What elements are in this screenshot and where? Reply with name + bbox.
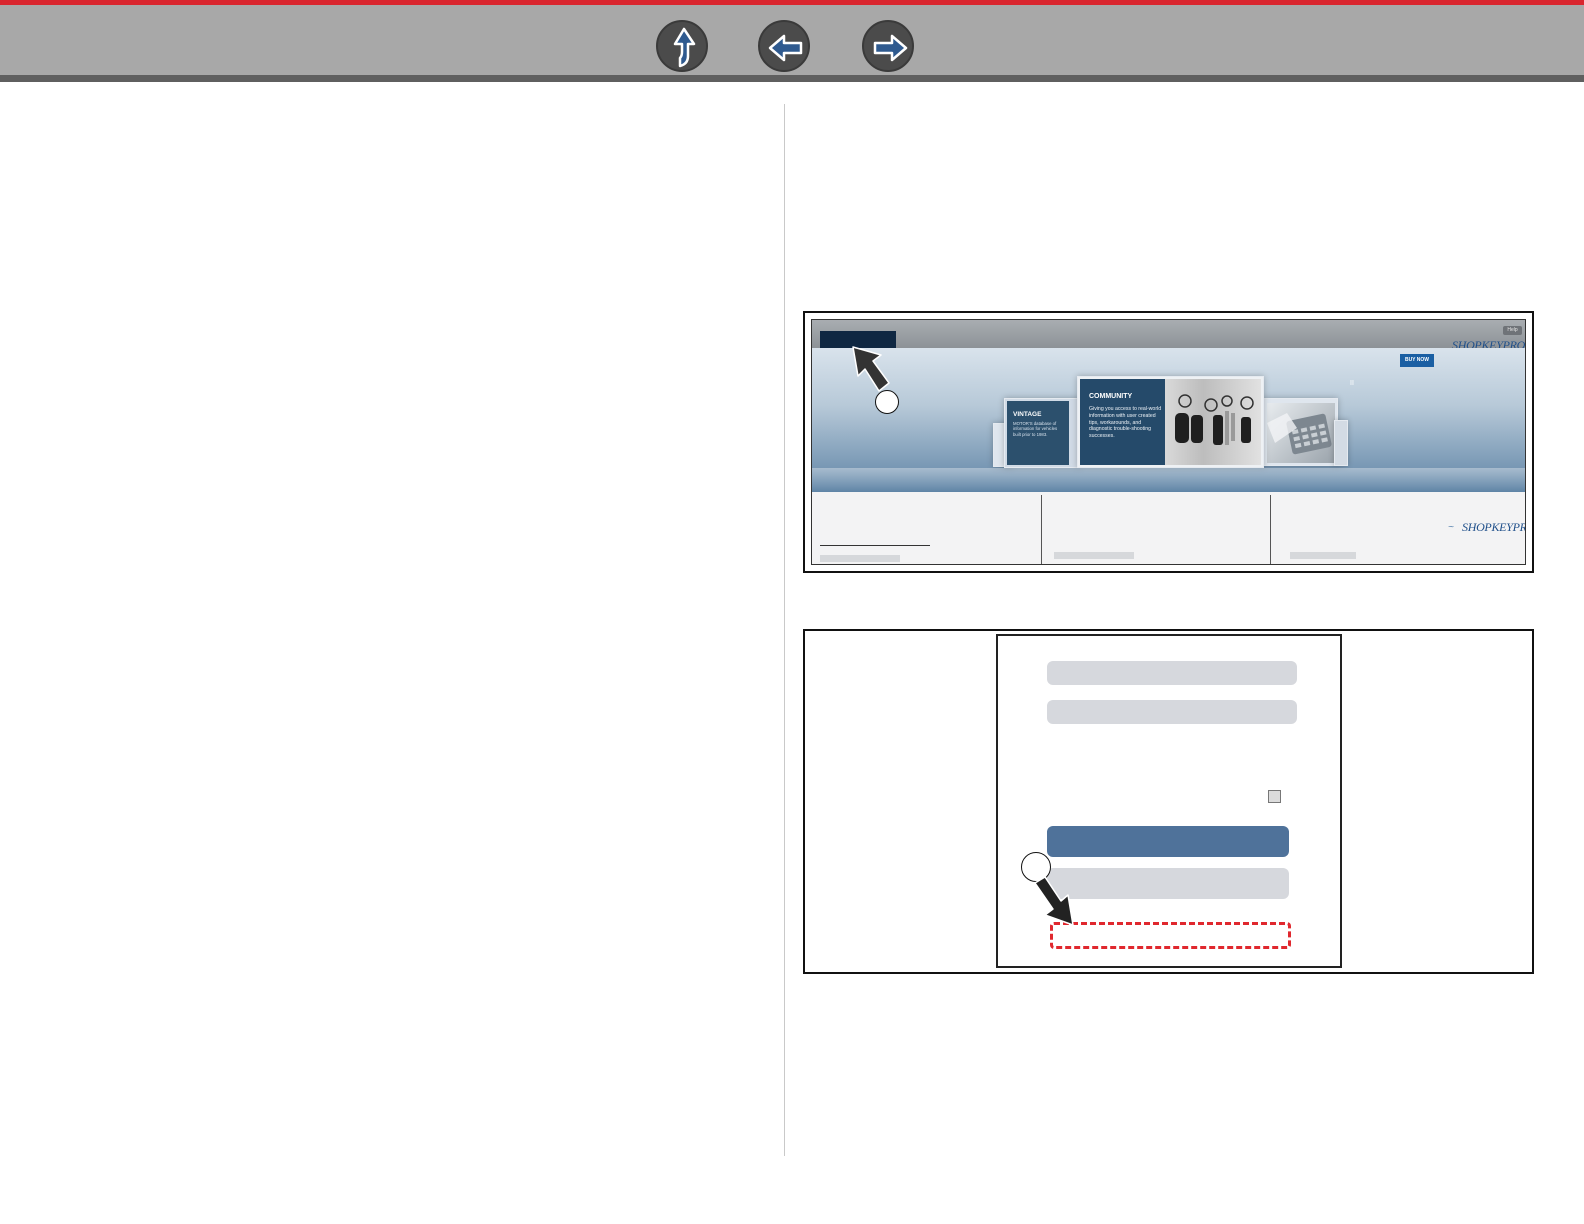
column3-link[interactable] (1290, 552, 1356, 559)
sign-in-button[interactable] (1047, 826, 1289, 857)
vintage-title: VINTAGE (1013, 411, 1042, 418)
navigation-toolbar (0, 5, 1584, 75)
column1-link[interactable] (820, 555, 900, 562)
carousel-card-vintage[interactable]: VINTAGE MOTOR'S database of information … (1004, 398, 1080, 468)
community-panel: COMMUNITY Giving you access to real-worl… (1080, 379, 1165, 465)
website-screenshot: Help SHOPKEYPRO BUY NOW II VINTAGE MOTOR… (811, 319, 1526, 565)
figure-website-home: Help SHOPKEYPRO BUY NOW II VINTAGE MOTOR… (803, 311, 1534, 573)
toolbar-shadow (0, 75, 1584, 82)
calculator-photo (1267, 403, 1335, 463)
manual-page: Help SHOPKEYPRO BUY NOW II VINTAGE MOTOR… (0, 0, 1584, 1224)
hero-carousel: BUY NOW II VINTAGE MOTOR'S database of i… (812, 348, 1525, 492)
back-button[interactable] (758, 20, 810, 72)
back-arrow-icon (768, 34, 803, 62)
callout-arrow-icon (1034, 877, 1074, 926)
carousel-reflection (812, 468, 1525, 492)
column-separator (1270, 495, 1271, 564)
highlighted-link-area[interactable] (1050, 922, 1291, 949)
remember-me-checkbox[interactable] (1268, 790, 1281, 803)
community-text: Giving you access to real-world informat… (1089, 406, 1162, 440)
column1-rule (820, 545, 930, 546)
secondary-button[interactable] (1047, 868, 1289, 899)
buy-now-button[interactable]: BUY NOW (1400, 354, 1434, 367)
carousel-card-community[interactable]: COMMUNITY Giving you access to real-worl… (1077, 376, 1264, 468)
pause-icon[interactable]: II (1350, 380, 1354, 387)
keys-photo (1165, 379, 1261, 465)
column-divider (784, 104, 785, 1156)
column-separator (1041, 495, 1042, 564)
vintage-text: MOTOR'S database of information for vehi… (1013, 421, 1058, 437)
username-field[interactable] (1047, 661, 1297, 685)
forward-button[interactable] (862, 20, 914, 72)
brand-logo-footer: SHOPKEYPRO (1462, 520, 1526, 534)
up-button[interactable] (656, 20, 708, 72)
up-arrow-icon (673, 27, 696, 68)
column2-link[interactable] (1054, 552, 1134, 559)
carousel-card-calculator[interactable] (1262, 398, 1338, 466)
brand-swoosh-icon: ~ (1448, 522, 1454, 533)
site-content-columns: ~ SHOPKEYPRO (812, 492, 1526, 564)
password-field[interactable] (1047, 700, 1297, 724)
vintage-panel: VINTAGE MOTOR'S database of information … (1007, 401, 1069, 465)
site-header: Help SHOPKEYPRO (812, 320, 1525, 352)
callout-number-circle (875, 390, 899, 414)
community-title: COMMUNITY (1089, 393, 1133, 400)
figure-login-dialog (803, 629, 1534, 974)
forward-arrow-icon (873, 34, 908, 62)
help-link[interactable]: Help (1503, 326, 1522, 335)
carousel-card-back-right (1334, 420, 1348, 466)
callout-arrow-icon (852, 346, 890, 392)
